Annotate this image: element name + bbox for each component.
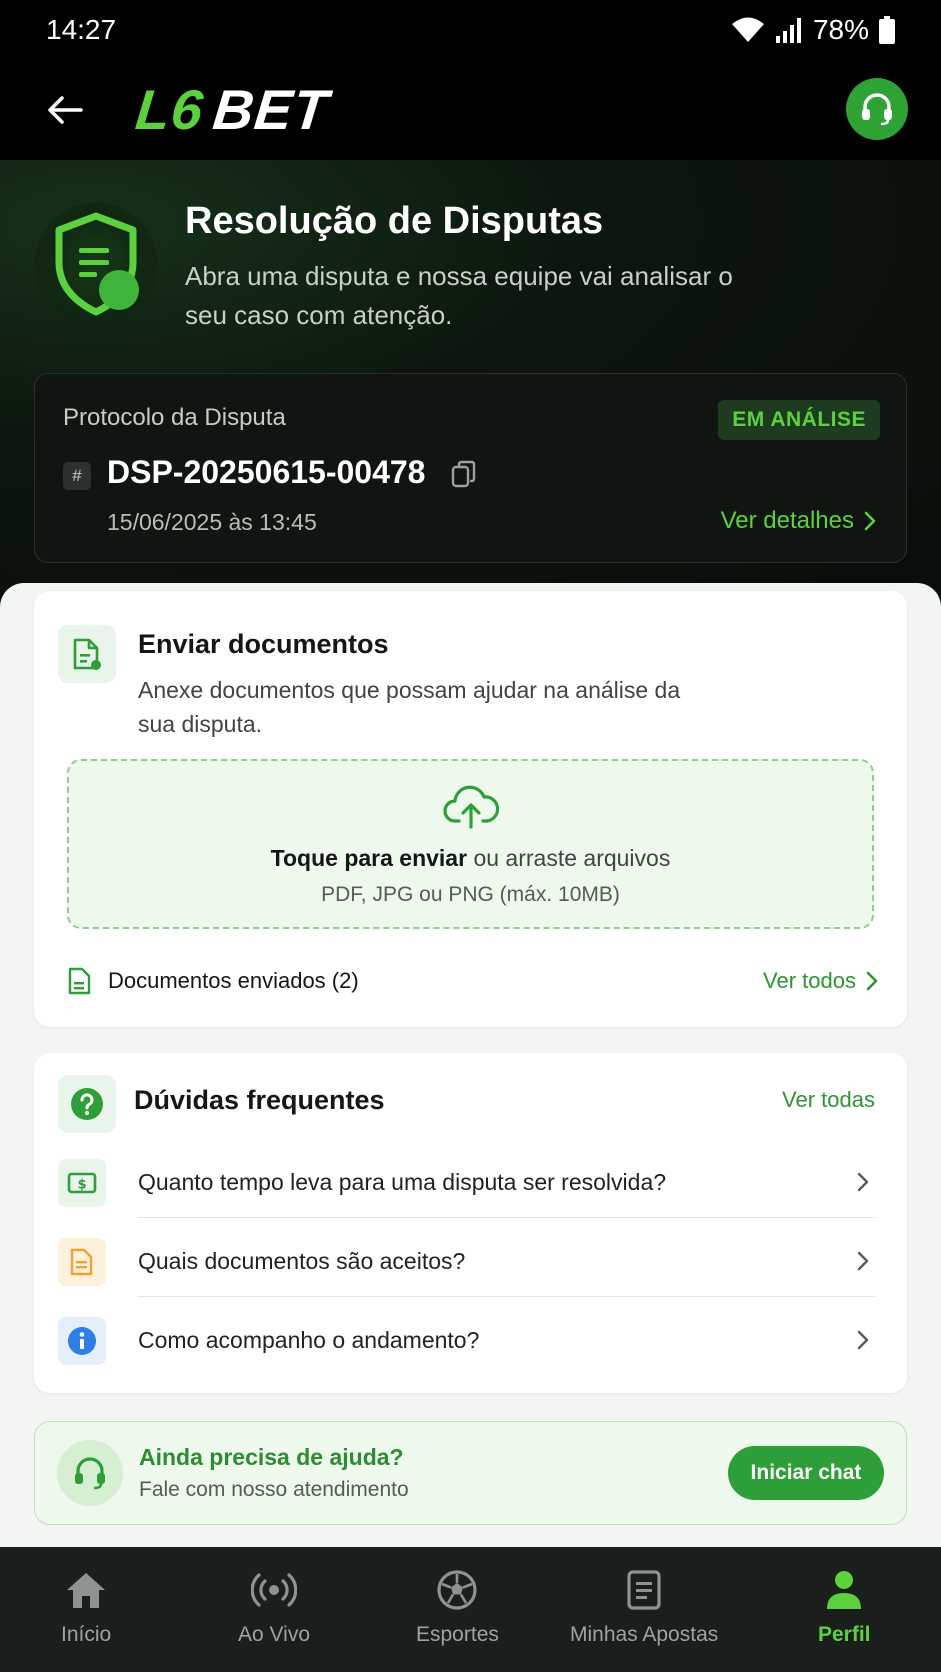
start-chat-button[interactable]: Iniciar chat [728,1446,884,1500]
upload-title: Enviar documentos [138,629,389,659]
nav-item-profile[interactable]: Perfil [818,1547,871,1672]
status-badge: EM ANÁLISE [718,400,880,440]
signal-icon [775,16,803,44]
dropzone-hint: PDF, JPG ou PNG (máx. 10MB) [321,883,620,906]
chevron-right-icon [857,1172,869,1192]
faq-question: Quais documentos são aceitos? [138,1248,466,1274]
logo-bet: BET [210,78,332,141]
chevron-right-icon [864,511,876,531]
main-content: Enviar documentos Anexe documentos que p… [0,583,941,1547]
faq-card: Dúvidas frequentes Ver todas $ Quanto te… [34,1053,907,1393]
status-indicators: 78% [731,14,895,46]
view-details-link[interactable]: Ver detalhes [721,507,876,535]
protocol-card: Protocolo da Disputa EM ANÁLISE # DSP-20… [34,373,907,563]
battery-percent: 78% [812,14,869,45]
chevron-right-icon [866,971,878,991]
support-button[interactable] [846,78,908,140]
nav-item-sports[interactable]: Esportes [416,1547,499,1672]
dispute-hero: Resolução de Disputas Abra uma disputa e… [0,160,941,590]
logo-l6: L6 [132,78,207,141]
hash-icon: # [63,462,91,490]
sent-documents-label: Documentos enviados (2) [108,968,359,993]
nav-label: Esportes [416,1623,499,1646]
document-upload-icon [58,625,116,683]
shield-icon [34,202,158,326]
document-icon [58,1238,106,1286]
money-icon: $ [58,1159,106,1207]
question-icon [58,1075,116,1133]
dropzone-text-rest: ou arraste arquivos [467,845,671,871]
faq-title: Dúvidas frequentes [134,1085,385,1115]
wifi-icon [731,16,765,44]
help-card: Ainda precisa de ajuda? Fale com nosso a… [34,1421,907,1525]
chevron-right-icon [857,1330,869,1350]
help-subtitle: Fale com nosso atendimento [139,1478,409,1501]
live-icon [251,1567,297,1613]
dropzone-text-bold: Toque para enviar [270,845,468,871]
faq-item[interactable]: Quais documentos são aceitos? [34,1218,907,1297]
chevron-right-icon [857,1251,869,1271]
faq-question: Quanto tempo leva para uma disputa ser r… [138,1169,667,1195]
nav-item-my-bets[interactable]: Minhas Apostas [570,1547,718,1672]
faq-question: Como acompanho o andamento? [138,1327,480,1353]
battery-icon [879,16,895,44]
status-time: 14:27 [46,14,117,45]
nav-item-live[interactable]: Ao Vivo [238,1547,310,1672]
nav-item-home[interactable]: Início [61,1547,111,1672]
headset-icon [862,93,892,126]
svg-text:$: $ [77,1178,86,1193]
back-button[interactable] [40,85,90,135]
sent-documents-row: Documentos enviados (2) Ver todos [68,967,878,995]
protocol-label: Protocolo da Disputa [63,404,286,431]
file-icon [68,967,91,995]
dropzone-text: Toque para enviar ou arraste arquivos [69,845,872,872]
view-details-label: Ver detalhes [720,507,854,534]
help-title: Ainda precisa de ajuda? [139,1444,404,1470]
page-title: Resolução de Disputas [185,200,604,242]
upload-description: Anexe documentos que possam ajudar na an… [138,677,681,737]
profile-icon [825,1567,863,1613]
soccer-ball-icon [436,1567,478,1613]
view-all-documents-link[interactable]: Ver todos [763,968,878,994]
home-icon [65,1567,107,1613]
info-icon [58,1317,106,1365]
copy-icon[interactable] [451,460,477,493]
nav-label: Minhas Apostas [570,1623,719,1646]
nav-label: Início [61,1623,112,1646]
page-subtitle: Abra uma disputa e nossa equipe vai anal… [185,261,733,330]
protocol-date: 15/06/2025 às 13:45 [107,509,317,535]
arrow-left-icon [48,96,83,124]
bets-icon [626,1567,662,1613]
faq-item[interactable]: $ Quanto tempo leva para uma disputa ser… [34,1139,907,1218]
view-all-documents-label: Ver todos [763,968,856,993]
bottom-nav: Início Ao Vivo Esportes Minhas Apostas P… [0,1547,941,1672]
upload-documents-card: Enviar documentos Anexe documentos que p… [34,591,907,1027]
protocol-id: DSP-20250615-00478 [107,454,426,490]
faq-item[interactable]: Como acompanho o andamento? [34,1297,907,1376]
view-all-faq-link[interactable]: Ver todas [782,1087,875,1113]
nav-label: Ao Vivo [238,1623,310,1646]
brand-logo: L6BET [133,78,332,141]
file-dropzone[interactable]: Toque para enviar ou arraste arquivos PD… [67,759,874,929]
headset-icon [57,1440,123,1506]
app-header: L6BET [0,60,941,160]
status-bar: 14:27 78% [0,0,941,60]
nav-label: Perfil [818,1623,871,1646]
cloud-upload-icon [442,783,499,834]
